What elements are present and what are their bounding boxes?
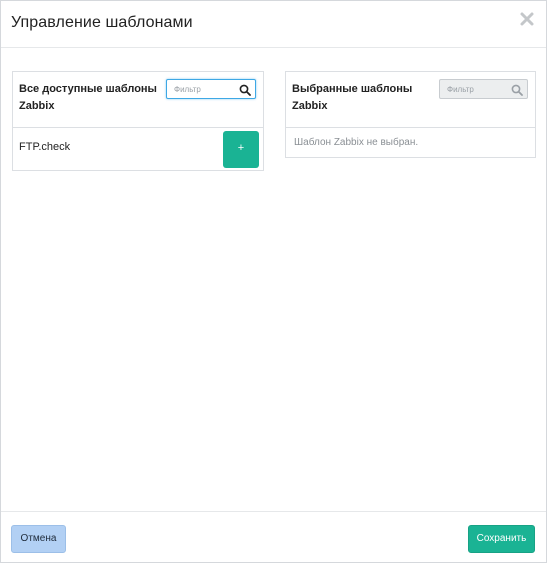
template-label: FTP.check <box>19 141 71 153</box>
selected-filter[interactable] <box>439 79 528 99</box>
dialog-header: Управление шаблонами <box>1 1 546 48</box>
dialog-title: Управление шаблонами <box>11 14 193 31</box>
search-icon[interactable] <box>511 83 523 96</box>
selected-templates-title: Выбранные шаблоны Zabbix <box>292 83 413 112</box>
empty-selection-text: Шаблон Zabbix не выбран. <box>294 137 419 148</box>
save-button[interactable]: Сохранить <box>468 525 535 553</box>
dialog-footer: Отмена Сохранить <box>1 511 546 563</box>
available-filter-input[interactable] <box>174 82 234 96</box>
search-icon[interactable] <box>239 83 251 96</box>
available-filter[interactable] <box>166 79 256 99</box>
available-templates-panel: Все доступные шаблоны Zabbix FTP.check + <box>12 71 264 171</box>
close-icon[interactable] <box>518 10 536 28</box>
list-item: FTP.check + <box>13 128 263 170</box>
cancel-button[interactable]: Отмена <box>11 525 66 553</box>
available-templates-title: Все доступные шаблоны Zabbix <box>19 83 157 112</box>
selected-filter-input[interactable] <box>447 82 507 96</box>
add-template-button[interactable]: + <box>223 131 259 168</box>
selected-templates-panel: Выбранные шаблоны Zabbix Шаблон Zabbix н… <box>285 71 536 158</box>
selected-templates-header: Выбранные шаблоны Zabbix <box>286 72 535 128</box>
available-templates-header: Все доступные шаблоны Zabbix <box>13 72 263 128</box>
manage-templates-dialog: Управление шаблонами Все доступные шабло… <box>0 0 547 563</box>
